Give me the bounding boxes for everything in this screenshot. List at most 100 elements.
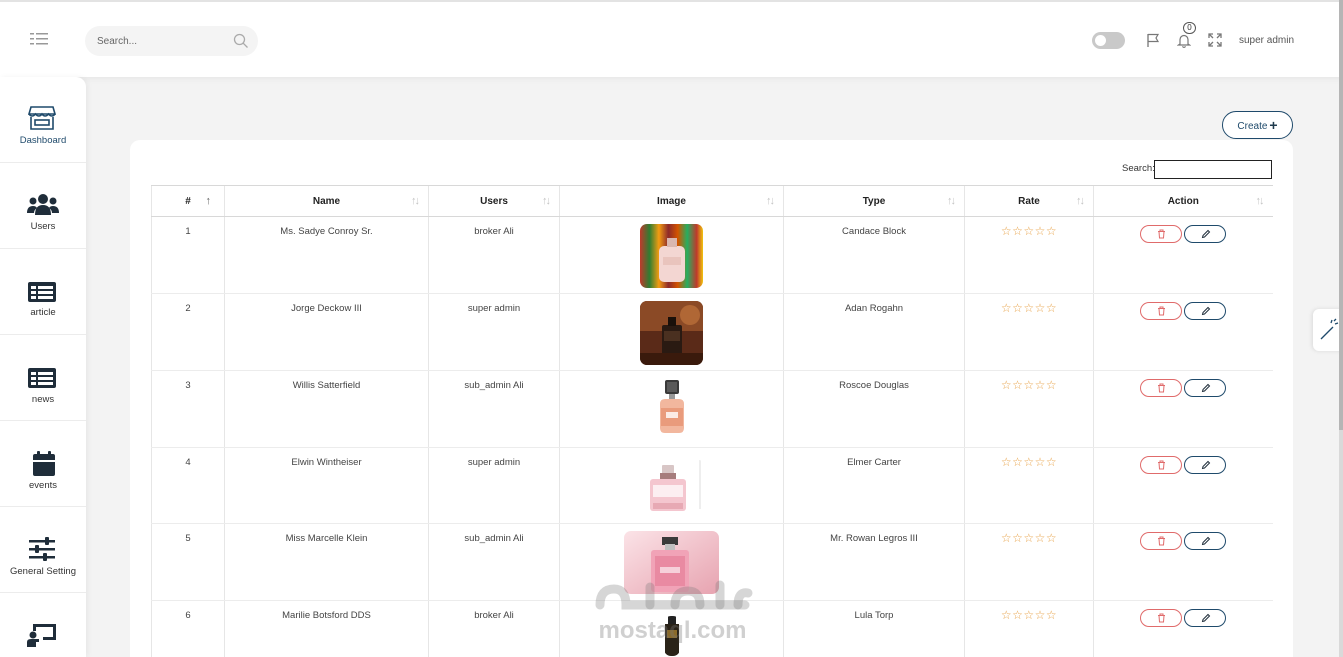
plus-icon: + bbox=[1269, 117, 1278, 133]
delete-button[interactable] bbox=[1140, 532, 1183, 550]
cell-user: sub_admin Ali bbox=[428, 370, 560, 448]
cell-type: Adan Rogahn bbox=[783, 293, 965, 371]
cell-action bbox=[1093, 370, 1273, 448]
table-header-row: # ↑ Name ↑↓ Users ↑↓ Image ↑↓ Type ↑↓ Rate ↑↓ … bbox=[151, 185, 1273, 217]
page-scrollbar[interactable] bbox=[1339, 0, 1343, 657]
sliders-icon bbox=[27, 537, 57, 563]
calendar-icon bbox=[29, 451, 59, 477]
cell-user: super admin bbox=[428, 447, 560, 524]
scrollbar-thumb[interactable] bbox=[1339, 0, 1343, 430]
delete-button[interactable] bbox=[1140, 609, 1183, 627]
watermark-logo bbox=[595, 580, 753, 610]
user-menu[interactable]: super admin bbox=[1239, 35, 1294, 46]
cell-rate: ☆☆☆☆☆ bbox=[964, 523, 1094, 601]
delete-button[interactable] bbox=[1140, 456, 1183, 474]
sidebar-item-label: article bbox=[30, 307, 56, 318]
trash-icon bbox=[1158, 383, 1166, 393]
column-label: # bbox=[185, 195, 191, 207]
delete-button[interactable] bbox=[1140, 379, 1183, 397]
pencil-icon bbox=[1202, 383, 1211, 393]
product-image[interactable] bbox=[640, 224, 703, 288]
cell-rate: ☆☆☆☆☆ bbox=[964, 216, 1094, 294]
sidebar-item-events[interactable]: events bbox=[0, 421, 86, 507]
sidebar-item-dashboard[interactable]: Dashboard bbox=[0, 77, 86, 163]
sort-icon: ↑↓ bbox=[411, 195, 420, 207]
star-rating[interactable]: ☆☆☆☆☆ bbox=[1001, 378, 1057, 392]
table-row: 1 Ms. Sadye Conroy Sr. broker Ali Candac… bbox=[151, 216, 1273, 294]
edit-button[interactable] bbox=[1184, 225, 1227, 243]
cell-type: Roscoe Douglas bbox=[783, 370, 965, 448]
sidebar-item-general-setting[interactable]: General Setting bbox=[0, 507, 86, 593]
pencil-icon bbox=[1202, 536, 1211, 546]
cell-type: Mr. Rowan Legros III bbox=[783, 523, 965, 601]
star-rating[interactable]: ☆☆☆☆☆ bbox=[1001, 224, 1057, 238]
column-header-action[interactable]: Action ↑↓ bbox=[1093, 185, 1273, 217]
edit-button[interactable] bbox=[1184, 532, 1227, 550]
sort-icon: ↑↓ bbox=[766, 195, 775, 207]
menu-toggle-icon[interactable] bbox=[30, 33, 50, 47]
cell-name: Jorge Deckow III bbox=[224, 293, 429, 371]
cell-type: Elmer Carter bbox=[783, 447, 965, 524]
product-image[interactable] bbox=[640, 301, 703, 365]
edit-button[interactable] bbox=[1184, 379, 1227, 397]
product-image[interactable] bbox=[651, 378, 692, 436]
cell-rate: ☆☆☆☆☆ bbox=[964, 370, 1094, 448]
sidebar-item-news[interactable]: news bbox=[0, 335, 86, 421]
cell-type: Candace Block bbox=[783, 216, 965, 294]
column-header-name[interactable]: Name ↑↓ bbox=[224, 185, 429, 217]
star-rating[interactable]: ☆☆☆☆☆ bbox=[1001, 301, 1057, 315]
column-header-users[interactable]: Users ↑↓ bbox=[428, 185, 560, 217]
column-header-type[interactable]: Type ↑↓ bbox=[783, 185, 965, 217]
sidebar-item-label: Users bbox=[30, 221, 56, 232]
star-rating[interactable]: ☆☆☆☆☆ bbox=[1001, 455, 1057, 469]
column-header-rate[interactable]: Rate ↑↓ bbox=[964, 185, 1094, 217]
cell-action bbox=[1093, 216, 1273, 294]
create-button[interactable]: Create + bbox=[1222, 111, 1293, 139]
search-icon[interactable] bbox=[233, 33, 249, 49]
cell-user: sub_admin Ali bbox=[428, 523, 560, 601]
cell-num: 5 bbox=[151, 523, 225, 601]
edit-button[interactable] bbox=[1184, 302, 1227, 320]
table-search-input[interactable] bbox=[1154, 160, 1272, 179]
star-rating[interactable]: ☆☆☆☆☆ bbox=[1001, 531, 1057, 545]
sort-icon: ↑↓ bbox=[1255, 195, 1265, 207]
cell-rate: ☆☆☆☆☆ bbox=[964, 293, 1094, 371]
cell-image bbox=[559, 370, 784, 448]
product-image[interactable] bbox=[640, 459, 703, 517]
bell-icon[interactable] bbox=[1176, 33, 1192, 48]
cell-user: super admin bbox=[428, 293, 560, 371]
sidebar-item-article[interactable]: article bbox=[0, 249, 86, 335]
sidebar-item-label: news bbox=[31, 394, 55, 405]
edit-button[interactable] bbox=[1184, 456, 1227, 474]
delete-button[interactable] bbox=[1140, 302, 1183, 320]
column-label: Type bbox=[862, 195, 886, 207]
trash-icon bbox=[1158, 229, 1166, 239]
column-label: Image bbox=[657, 195, 686, 207]
column-label: Rate bbox=[1018, 195, 1040, 207]
theme-toggle[interactable] bbox=[1092, 32, 1125, 49]
cell-type: Lula Torp bbox=[783, 600, 965, 657]
cell-action bbox=[1093, 600, 1273, 657]
column-header-image[interactable]: Image ↑↓ bbox=[559, 185, 784, 217]
cell-name: Miss Marcelle Klein bbox=[224, 523, 429, 601]
cell-image bbox=[559, 216, 784, 294]
top-bar: 0 super admin bbox=[0, 0, 1343, 77]
delete-button[interactable] bbox=[1140, 225, 1183, 243]
sort-asc-icon: ↑ bbox=[205, 195, 211, 207]
header-search-input[interactable] bbox=[85, 26, 225, 56]
column-header-num[interactable]: # ↑ bbox=[151, 185, 225, 217]
sort-icon: ↑↓ bbox=[1076, 195, 1085, 207]
trash-icon bbox=[1158, 460, 1166, 470]
sidebar-item-presentation[interactable] bbox=[0, 593, 86, 657]
flag-icon[interactable] bbox=[1146, 33, 1161, 48]
sidebar-item-users[interactable]: Users bbox=[0, 163, 86, 249]
fullscreen-icon[interactable] bbox=[1208, 33, 1223, 48]
cell-num: 4 bbox=[151, 447, 225, 524]
users-icon bbox=[27, 193, 59, 219]
watermark-text: mostaql.com bbox=[598, 617, 747, 644]
star-rating[interactable]: ☆☆☆☆☆ bbox=[1001, 608, 1057, 622]
edit-button[interactable] bbox=[1184, 609, 1227, 627]
cell-num: 1 bbox=[151, 216, 225, 294]
cell-rate: ☆☆☆☆☆ bbox=[964, 447, 1094, 524]
pencil-icon bbox=[1202, 613, 1211, 623]
